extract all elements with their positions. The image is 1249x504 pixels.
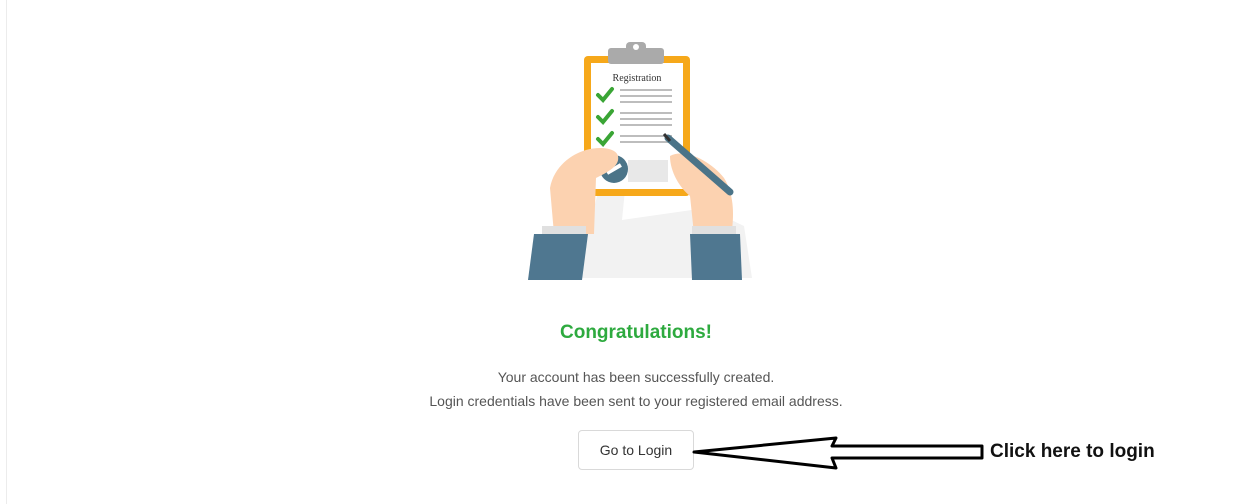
right-cuff (692, 226, 736, 234)
right-sleeve (690, 234, 742, 280)
registration-clipboard-illustration: Registration (528, 42, 752, 280)
success-message-line-1: Your account has been successfully creat… (497, 369, 775, 385)
annotation-label: Click here to login (990, 441, 1155, 462)
left-sleeve (528, 234, 588, 280)
clipboard-clip-hole (633, 44, 639, 50)
success-message-line-2: Login credentials have been sent to your… (429, 393, 843, 409)
left-cuff (542, 226, 586, 234)
annotation-arrow-icon (692, 436, 984, 470)
go-to-login-button[interactable]: Go to Login (578, 430, 694, 470)
signature-box (628, 160, 668, 182)
left-border (6, 0, 7, 504)
clipboard-label: Registration (613, 73, 662, 84)
success-page: Registration Congratulations! Your accou… (0, 0, 1249, 504)
success-title: Congratulations! (560, 322, 712, 343)
